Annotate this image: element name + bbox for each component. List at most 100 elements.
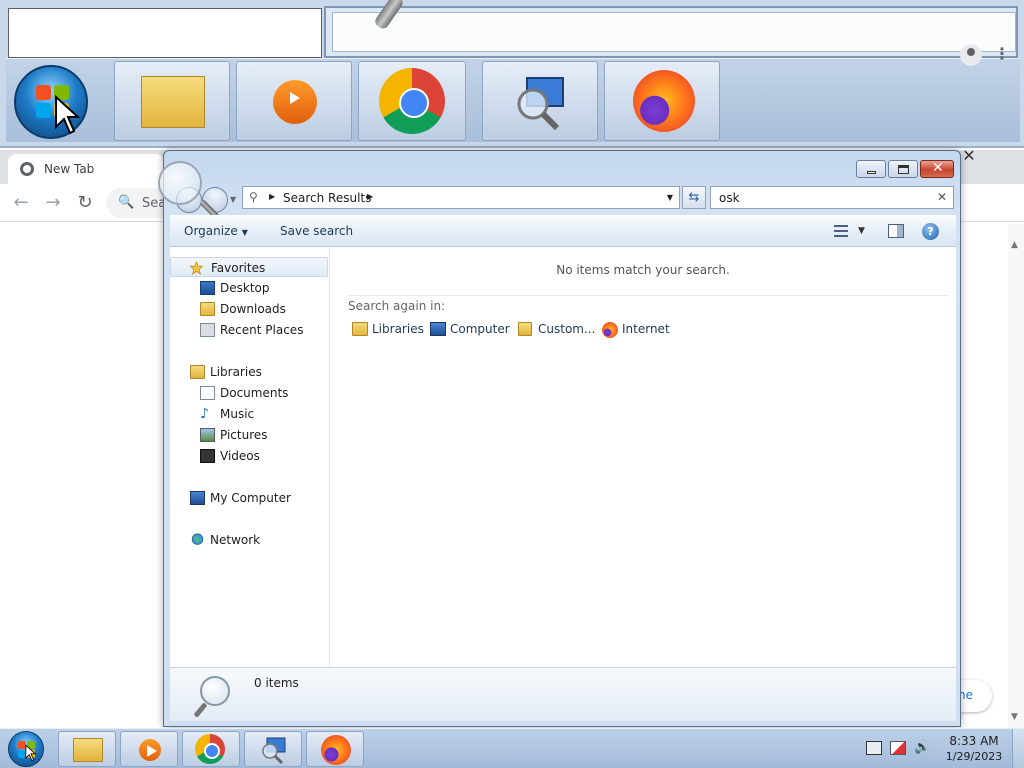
details-pane: 0 items <box>170 667 956 721</box>
help-icon[interactable]: ? <box>922 223 939 240</box>
nav-recent-places[interactable]: Recent Places <box>170 320 328 340</box>
chrome-forward-icon[interactable]: → <box>42 192 64 214</box>
item-count: 0 items <box>254 676 299 690</box>
preview-pane-icon[interactable] <box>888 224 904 238</box>
nav-documents-label: Documents <box>220 386 289 400</box>
magnifier-window-preview <box>324 6 1018 58</box>
chrome-profile-avatar-icon[interactable] <box>960 44 982 66</box>
pictures-icon <box>200 428 215 442</box>
results-pane: No items match your search. Search again… <box>330 247 956 667</box>
change-view-icon[interactable] <box>834 225 848 237</box>
nav-network[interactable]: Network <box>170 530 328 550</box>
show-desktop-button[interactable] <box>1012 729 1024 768</box>
taskbar-media-player-button[interactable] <box>120 731 178 767</box>
search-input[interactable]: osk ✕ <box>710 186 954 209</box>
mouse-cursor-icon <box>25 744 37 762</box>
refresh-button[interactable]: ⇆ <box>682 186 706 209</box>
magnified-taskbar <box>6 58 1020 142</box>
firefox-icon <box>633 70 695 132</box>
recent-pages-dropdown-icon[interactable]: ▼ <box>230 195 236 204</box>
folder-icon <box>73 738 103 762</box>
no-items-message: No items match your search. <box>556 263 730 277</box>
chrome-menu-icon[interactable]: ⋮ <box>994 44 1010 63</box>
breadcrumb-arrow-icon[interactable]: ▶ <box>367 192 373 201</box>
nav-libraries-label: Libraries <box>210 365 262 379</box>
nav-pictures[interactable]: Pictures <box>170 425 328 445</box>
nav-music-label: Music <box>220 407 255 421</box>
clock-time[interactable]: 8:33 AM <box>944 734 1004 748</box>
taskbar: 🔊 8:33 AM 1/29/2023 <box>0 728 1024 768</box>
chevron-down-icon: ▼ <box>241 228 248 237</box>
magnifier-blank-area <box>8 8 322 58</box>
taskbar-firefox-button[interactable] <box>306 731 364 767</box>
nav-downloads-label: Downloads <box>220 302 286 316</box>
taskbar-magnifier-button[interactable] <box>244 731 302 767</box>
nav-favorites[interactable]: Favorites <box>170 257 328 277</box>
taskbar-chrome-button[interactable] <box>182 731 240 767</box>
address-dropdown-icon[interactable]: ▼ <box>667 193 673 202</box>
volume-icon[interactable]: 🔊 <box>914 741 930 755</box>
clock-date[interactable]: 1/29/2023 <box>944 750 1004 763</box>
star-icon <box>189 261 204 275</box>
magnified-magnifier-button <box>482 61 598 141</box>
nav-downloads[interactable]: Downloads <box>170 299 328 319</box>
firefox-icon <box>602 322 618 338</box>
mouse-cursor-icon <box>55 95 81 135</box>
scroll-up-icon[interactable]: ▲ <box>1011 240 1018 250</box>
chrome-reload-icon[interactable]: ↻ <box>74 192 96 214</box>
nav-music[interactable]: ♪ Music <box>170 404 328 424</box>
magnified-explorer-button <box>114 61 230 141</box>
navigation-pane: Favorites Desktop Downloads Recent Place… <box>170 247 330 667</box>
recent-places-icon <box>200 323 215 337</box>
network-tray-icon[interactable] <box>866 741 882 755</box>
minimize-button[interactable] <box>856 160 886 178</box>
libraries-icon <box>352 322 368 336</box>
organize-button[interactable]: Organize ▼ <box>184 224 248 238</box>
scroll-down-icon[interactable]: ▼ <box>1011 712 1018 722</box>
explorer-search-window: ✕ ▼ ⚲ ▶ Search Results ▶ ▼ ⇆ osk ✕ Organ… <box>158 150 961 727</box>
location-label: Custom... <box>538 322 596 336</box>
nav-documents[interactable]: Documents <box>170 383 328 403</box>
chrome-scrollbar[interactable]: ▲ ▼ <box>1008 224 1024 728</box>
film-strip-icon <box>200 449 215 463</box>
nav-my-computer[interactable]: My Computer <box>170 488 328 508</box>
start-button[interactable] <box>8 731 44 767</box>
minimize-icon <box>867 171 876 174</box>
close-button[interactable]: ✕ <box>920 160 954 178</box>
computer-icon <box>430 322 446 336</box>
nav-network-label: Network <box>210 533 261 547</box>
save-search-button[interactable]: Save search <box>280 224 353 238</box>
chrome-back-icon[interactable]: ← <box>10 192 32 214</box>
nav-pictures-label: Pictures <box>220 428 268 442</box>
media-player-icon <box>139 739 161 761</box>
system-tray: 🔊 <box>862 735 936 763</box>
nav-videos[interactable]: Videos <box>170 446 328 466</box>
clear-search-icon[interactable]: ✕ <box>937 190 947 204</box>
nav-favorites-label: Favorites <box>211 261 266 275</box>
address-bar[interactable]: ⚲ ▶ Search Results ▶ ▼ <box>242 186 680 209</box>
magnified-chrome-button <box>358 61 466 141</box>
libraries-icon <box>190 365 205 379</box>
firefox-icon <box>321 735 351 765</box>
location-label: Libraries <box>372 322 424 336</box>
maximize-button[interactable] <box>888 160 918 178</box>
breadcrumb-search-results[interactable]: Search Results <box>283 191 371 205</box>
breadcrumb-arrow-icon[interactable]: ▶ <box>269 192 275 201</box>
nav-desktop[interactable]: Desktop <box>170 278 328 298</box>
downloads-icon <box>200 302 215 316</box>
nav-recent-places-label: Recent Places <box>220 323 304 337</box>
nav-libraries[interactable]: Libraries <box>170 362 328 382</box>
folder-icon <box>141 76 205 128</box>
chrome-close-icon[interactable]: ✕ <box>958 148 980 164</box>
search-location-icon: ⚲ <box>249 190 258 204</box>
taskbar-explorer-button[interactable] <box>58 731 116 767</box>
chrome-tab-title: New Tab <box>44 162 95 176</box>
view-options-dropdown-icon[interactable]: ▼ <box>858 226 865 236</box>
chrome-icon <box>379 68 445 134</box>
custom-folder-icon <box>518 322 532 336</box>
magnifier-app-icon <box>262 737 286 765</box>
action-center-flag-icon[interactable] <box>890 741 906 755</box>
chrome-tab-new-tab[interactable]: New Tab <box>8 154 164 184</box>
magnified-media-player-button <box>236 61 352 141</box>
magnified-firefox-button <box>604 61 720 141</box>
